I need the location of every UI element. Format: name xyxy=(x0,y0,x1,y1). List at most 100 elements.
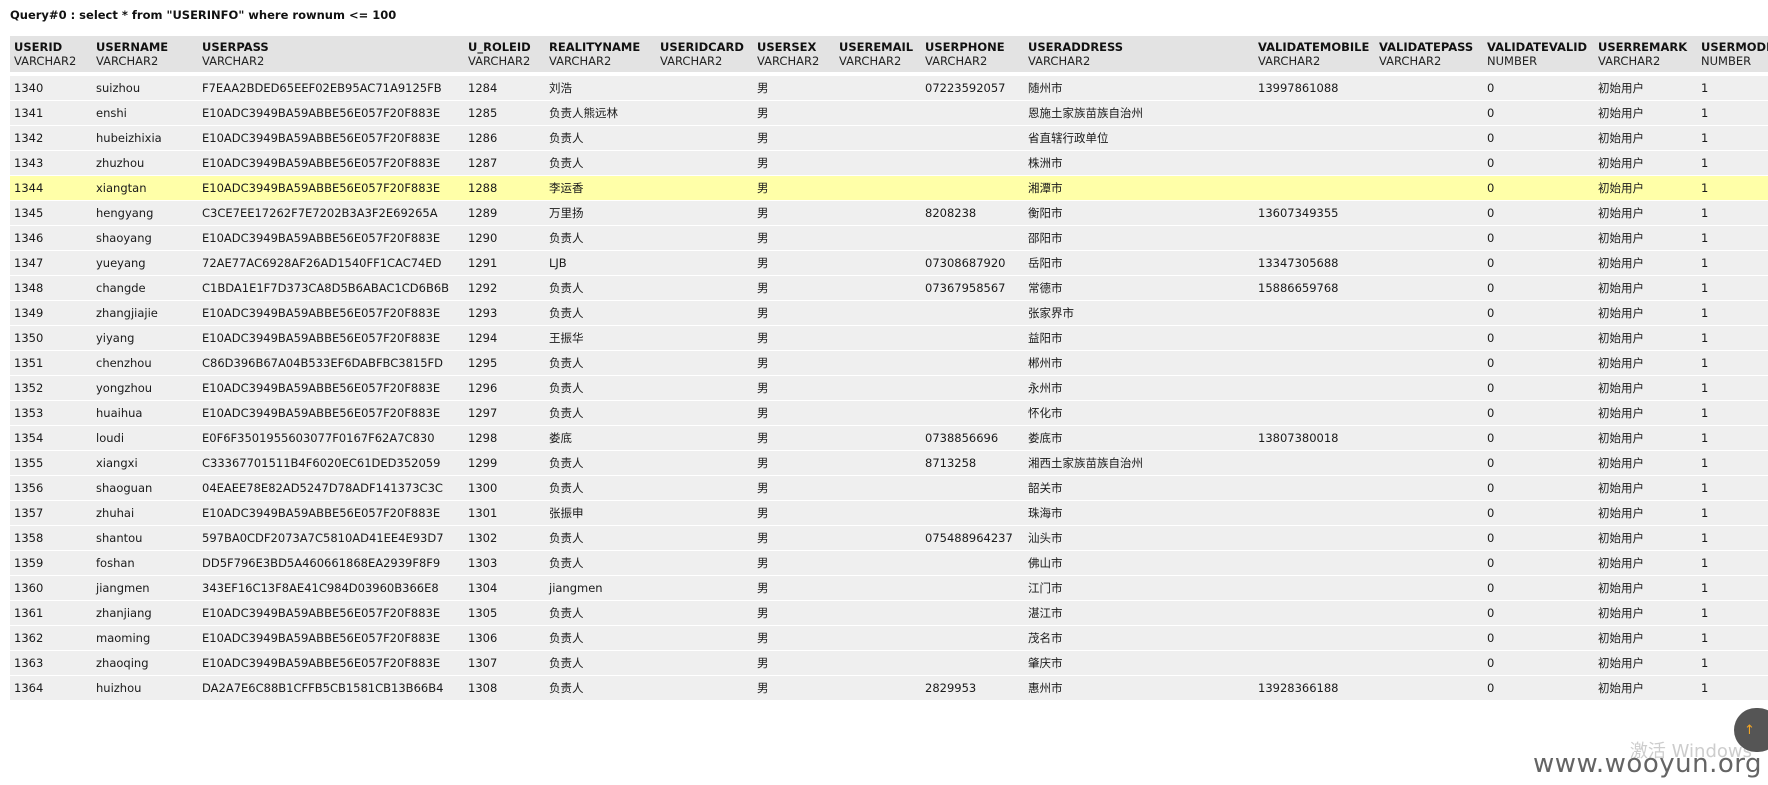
cell-validatepass xyxy=(1375,150,1483,175)
table-row[interactable]: 1345 hengyang C3CE7EE17262F7E7202B3A3F2E69… xyxy=(10,200,1768,225)
cell-useraddress: 惠州市 xyxy=(1024,675,1254,700)
cell-userremark: 初始用户 xyxy=(1594,375,1697,400)
table-row[interactable]: 1341 enshi E10ADC3949BA59ABBE56E057F20F883… xyxy=(10,100,1768,125)
cell-useraddress: 随州市 xyxy=(1024,75,1254,100)
cell-u_roleid: 1297 xyxy=(464,400,545,425)
column-header-usersex[interactable]: USERSEX VARCHAR2 xyxy=(753,36,835,75)
cell-useridcard xyxy=(656,325,753,350)
cell-realityname: 负责人 xyxy=(545,675,656,700)
table-row[interactable]: 1353 huaihua E10ADC3949BA59ABBE56E057F20F8… xyxy=(10,400,1768,425)
cell-useremail xyxy=(835,475,921,500)
cell-validatevalid: 0 xyxy=(1483,500,1594,525)
cell-u_roleid: 1285 xyxy=(464,100,545,125)
cell-username: zhanjiang xyxy=(92,600,198,625)
column-header-u_roleid[interactable]: U_ROLEID VARCHAR2 xyxy=(464,36,545,75)
cell-useraddress: 省直辖行政单位 xyxy=(1024,125,1254,150)
cell-useraddress: 佛山市 xyxy=(1024,550,1254,575)
cell-useremail xyxy=(835,75,921,100)
table-row[interactable]: 1347 yueyang 72AE77AC6928AF26AD1540FF1CAC7… xyxy=(10,250,1768,275)
cell-usermode: 1 xyxy=(1697,275,1768,300)
cell-userpass: E10ADC3949BA59ABBE56E057F20F883E xyxy=(198,225,464,250)
table-row[interactable]: 1357 zhuhai E10ADC3949BA59ABBE56E057F20F88… xyxy=(10,500,1768,525)
table-row[interactable]: 1351 chenzhou C86D396B67A04B533EF6DABFBC38… xyxy=(10,350,1768,375)
cell-usermode: 1 xyxy=(1697,125,1768,150)
cell-useridcard xyxy=(656,375,753,400)
table-row[interactable]: 1340 suizhou F7EAA2BDED65EEF02EB95AC71A912… xyxy=(10,75,1768,100)
cell-userphone: 075488964237 xyxy=(921,525,1024,550)
cell-validatevalid: 0 xyxy=(1483,400,1594,425)
cell-userremark: 初始用户 xyxy=(1594,550,1697,575)
column-header-validatepass[interactable]: VALIDATEPASS VARCHAR2 xyxy=(1375,36,1483,75)
cell-userpass: E10ADC3949BA59ABBE56E057F20F883E xyxy=(198,100,464,125)
cell-useridcard xyxy=(656,300,753,325)
column-type: VARCHAR2 xyxy=(1379,54,1442,68)
cell-useridcard xyxy=(656,475,753,500)
column-type: VARCHAR2 xyxy=(468,54,531,68)
cell-validatemobile: 13997861088 xyxy=(1254,75,1375,100)
table-row[interactable]: 1354 loudi E0F6F3501955603077F0167F62A7C83… xyxy=(10,425,1768,450)
column-header-useraddress[interactable]: USERADDRESS VARCHAR2 xyxy=(1024,36,1254,75)
column-header-userid[interactable]: USERID VARCHAR2 xyxy=(10,36,92,75)
table-row[interactable]: 1355 xiangxi C33367701511B4F6020EC61DED352… xyxy=(10,450,1768,475)
cell-username: yongzhou xyxy=(92,375,198,400)
cell-validatevalid: 0 xyxy=(1483,300,1594,325)
cell-validatevalid: 0 xyxy=(1483,650,1594,675)
cell-realityname: 负责人熊远林 xyxy=(545,100,656,125)
cell-useridcard xyxy=(656,400,753,425)
cell-useraddress: 韶关市 xyxy=(1024,475,1254,500)
cell-useridcard xyxy=(656,125,753,150)
table-row[interactable]: 1348 changde C1BDA1E1F7D373CA8D5B6ABAC1CD6… xyxy=(10,275,1768,300)
cell-usermode: 1 xyxy=(1697,75,1768,100)
cell-usersex: 男 xyxy=(753,500,835,525)
column-header-validatevalid[interactable]: VALIDATEVALID NUMBER xyxy=(1483,36,1594,75)
column-name: USERID xyxy=(14,40,63,54)
cell-useridcard xyxy=(656,425,753,450)
cell-useraddress: 娄底市 xyxy=(1024,425,1254,450)
cell-realityname: 负责人 xyxy=(545,400,656,425)
column-header-userphone[interactable]: USERPHONE VARCHAR2 xyxy=(921,36,1024,75)
table-row[interactable]: 1343 zhuzhou E10ADC3949BA59ABBE56E057F20F8… xyxy=(10,150,1768,175)
cell-username: zhuhai xyxy=(92,500,198,525)
column-header-validatemobile[interactable]: VALIDATEMOBILE VARCHAR2 xyxy=(1254,36,1375,75)
column-header-useremail[interactable]: USEREMAIL VARCHAR2 xyxy=(835,36,921,75)
cell-username: yiyang xyxy=(92,325,198,350)
cell-useridcard xyxy=(656,450,753,475)
table-row[interactable]: 1363 zhaoqing E10ADC3949BA59ABBE56E057F20F… xyxy=(10,650,1768,675)
table-row[interactable]: 1356 shaoguan 04EAEE78E82AD5247D78ADF14137… xyxy=(10,475,1768,500)
cell-usersex: 男 xyxy=(753,400,835,425)
column-header-userremark[interactable]: USERREMARK VARCHAR2 xyxy=(1594,36,1697,75)
table-row[interactable]: 1360 jiangmen 343EF16C13F8AE41C984D03960B3… xyxy=(10,575,1768,600)
cell-validatemobile xyxy=(1254,350,1375,375)
cell-userpass: C86D396B67A04B533EF6DABFBC3815FD xyxy=(198,350,464,375)
table-row[interactable]: 1364 huizhou DA2A7E6C88B1CFFB5CB1581CB13B6… xyxy=(10,675,1768,700)
table-row[interactable]: 1362 maoming E10ADC3949BA59ABBE56E057F20F8… xyxy=(10,625,1768,650)
cell-userremark: 初始用户 xyxy=(1594,100,1697,125)
table-row[interactable]: 1349 zhangjiajie E10ADC3949BA59ABBE56E057F… xyxy=(10,300,1768,325)
column-header-realityname[interactable]: REALITYNAME VARCHAR2 xyxy=(545,36,656,75)
cell-username: jiangmen xyxy=(92,575,198,600)
table-row[interactable]: 1359 foshan DD5F796E3BD5A460661868EA2939F8… xyxy=(10,550,1768,575)
cell-userid: 1356 xyxy=(10,475,92,500)
table-row[interactable]: 1350 yiyang E10ADC3949BA59ABBE56E057F20F88… xyxy=(10,325,1768,350)
table-row[interactable]: 1361 zhanjiang E10ADC3949BA59ABBE56E057F20… xyxy=(10,600,1768,625)
table-row[interactable]: 1342 hubeizhixia E10ADC3949BA59ABBE56E057F… xyxy=(10,125,1768,150)
cell-usersex: 男 xyxy=(753,675,835,700)
cell-validatepass xyxy=(1375,400,1483,425)
table-row[interactable]: 1346 shaoyang E10ADC3949BA59ABBE56E057F20F… xyxy=(10,225,1768,250)
table-row[interactable]: 1352 yongzhou E10ADC3949BA59ABBE56E057F20F… xyxy=(10,375,1768,400)
cell-validatemobile xyxy=(1254,500,1375,525)
column-header-usermode[interactable]: USERMODE NUMBER xyxy=(1697,36,1768,75)
cell-realityname: 负责人 xyxy=(545,475,656,500)
table-row[interactable]: 1358 shantou 597BA0CDF2073A7C5810AD41EE4E9… xyxy=(10,525,1768,550)
column-header-username[interactable]: USERNAME VARCHAR2 xyxy=(92,36,198,75)
cell-validatemobile xyxy=(1254,650,1375,675)
cell-useridcard xyxy=(656,275,753,300)
cell-u_roleid: 1288 xyxy=(464,175,545,200)
column-type: VARCHAR2 xyxy=(839,54,902,68)
column-header-useridcard[interactable]: USERIDCARD VARCHAR2 xyxy=(656,36,753,75)
cell-userremark: 初始用户 xyxy=(1594,325,1697,350)
column-header-userpass[interactable]: USERPASS VARCHAR2 xyxy=(198,36,464,75)
column-type: VARCHAR2 xyxy=(549,54,612,68)
table-row[interactable]: 1344 xiangtan E10ADC3949BA59ABBE56E057F20F… xyxy=(10,175,1768,200)
cell-userremark: 初始用户 xyxy=(1594,125,1697,150)
